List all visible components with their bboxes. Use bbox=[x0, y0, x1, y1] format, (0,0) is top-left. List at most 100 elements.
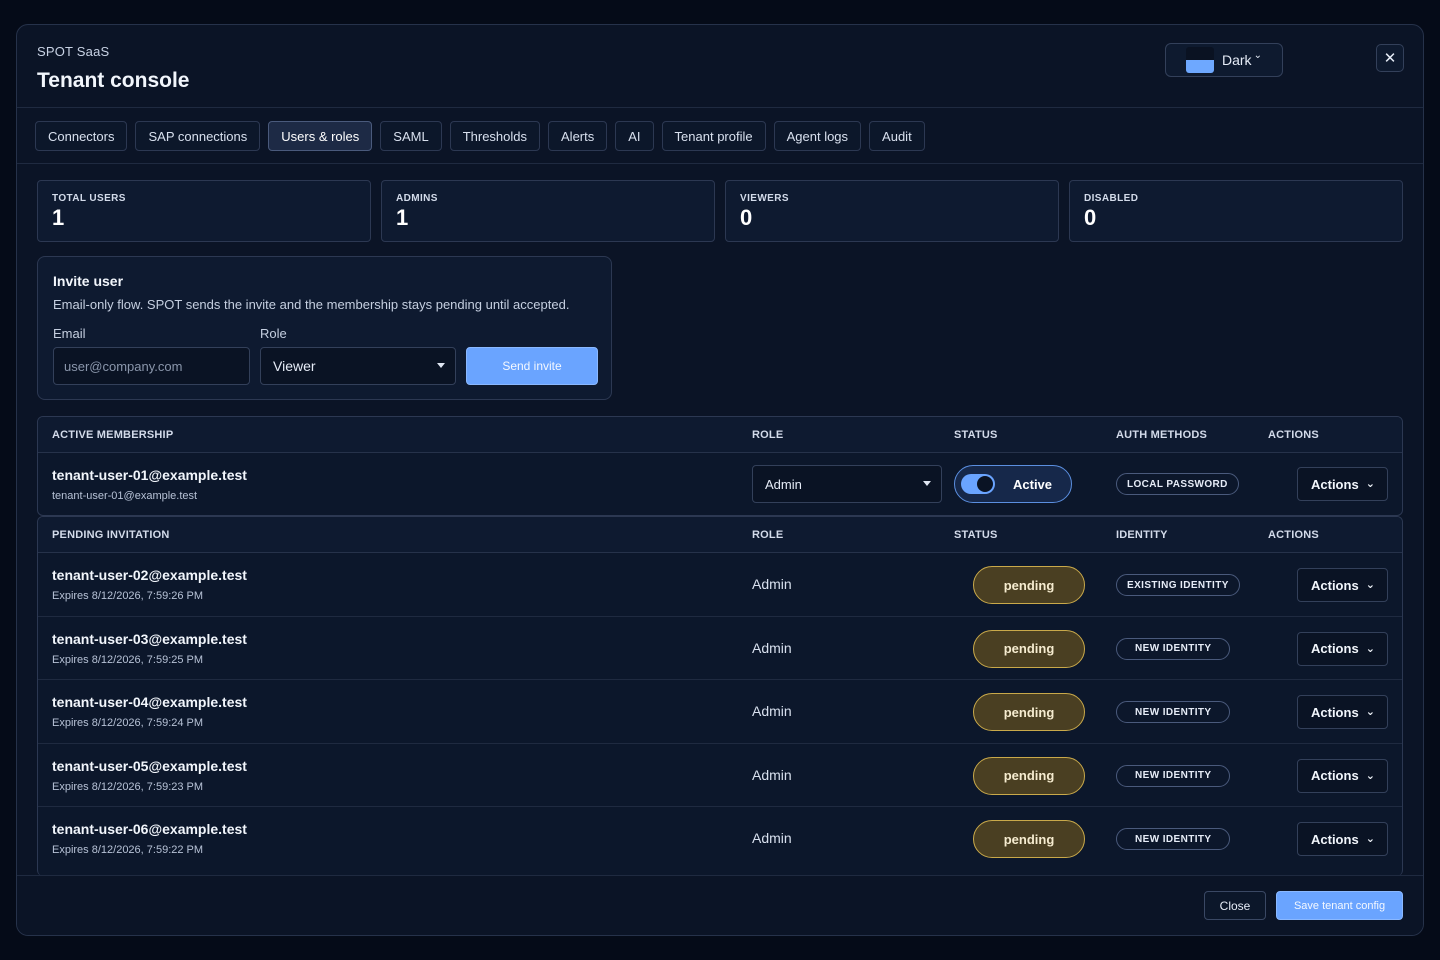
stat-value: 0 bbox=[1084, 205, 1097, 230]
role-select[interactable]: Viewer bbox=[260, 347, 456, 385]
actions-button[interactable]: Actions ⌄ bbox=[1297, 467, 1388, 501]
col-invitation: PENDING INVITATION bbox=[52, 529, 170, 541]
tab-audit[interactable]: Audit bbox=[869, 121, 925, 151]
member-role-value: Admin bbox=[765, 476, 802, 492]
status-badge: pending bbox=[973, 693, 1085, 731]
identity-badge: NEW IDENTITY bbox=[1116, 764, 1231, 787]
stat-label: VIEWERS bbox=[740, 193, 789, 204]
actions-label: Actions bbox=[1311, 831, 1359, 847]
theme-selector[interactable]: Dark ⌄ bbox=[1165, 43, 1283, 77]
toggle-label: Active bbox=[1013, 476, 1053, 492]
role-select-value: Viewer bbox=[273, 358, 316, 374]
theme-swatch-icon bbox=[1186, 47, 1214, 73]
table-row: tenant-user-03@example.test Expires 8/12… bbox=[38, 617, 1402, 680]
modal-header: SPOT SaaS Tenant console Dark ⌄ ✕ bbox=[17, 25, 1423, 108]
invite-description: Email-only flow. SPOT sends the invite a… bbox=[53, 297, 570, 312]
role-label: Role bbox=[260, 326, 287, 341]
stat-label: TOTAL USERS bbox=[52, 193, 126, 204]
actions-button[interactable]: Actions ⌄ bbox=[1297, 822, 1388, 856]
chevron-down-icon: ⌄ bbox=[1365, 769, 1375, 782]
chevron-down-icon: ⌄ bbox=[1253, 49, 1262, 61]
actions-label: Actions bbox=[1311, 704, 1359, 720]
col-role: ROLE bbox=[752, 429, 784, 441]
tab-thresholds[interactable]: Thresholds bbox=[449, 121, 541, 151]
email-input[interactable] bbox=[53, 347, 250, 385]
save-tenant-config-button[interactable]: Save tenant config bbox=[1276, 891, 1403, 920]
tab-ai[interactable]: AI bbox=[615, 121, 654, 151]
identity-badge: NEW IDENTITY bbox=[1116, 701, 1231, 723]
table-row: tenant-user-06@example.test Expires 8/12… bbox=[38, 807, 1402, 871]
tab-users-roles[interactable]: Users & roles bbox=[268, 121, 373, 151]
close-button[interactable]: Close bbox=[1204, 891, 1266, 920]
col-membership: ACTIVE MEMBERSHIP bbox=[52, 429, 174, 441]
active-membership-table: ACTIVE MEMBERSHIP ROLE STATUS AUTH METHO… bbox=[37, 416, 1403, 516]
table-header: ACTIVE MEMBERSHIP ROLE STATUS AUTH METHO… bbox=[38, 417, 1402, 453]
identity-badge: NEW IDENTITY bbox=[1116, 637, 1231, 660]
tab-bar: Connectors SAP connections Users & roles… bbox=[35, 121, 925, 151]
status-badge: pending bbox=[973, 756, 1085, 795]
auth-method-badge: LOCAL PASSWORD bbox=[1116, 473, 1239, 495]
table-header: PENDING INVITATION ROLE STATUS IDENTITY … bbox=[38, 517, 1402, 553]
stat-value: 1 bbox=[396, 205, 409, 230]
tab-connectors[interactable]: Connectors bbox=[35, 121, 128, 151]
tab-saml[interactable]: SAML bbox=[380, 121, 442, 151]
invite-role: Admin bbox=[752, 576, 792, 592]
table-row: tenant-user-04@example.test Expires 8/12… bbox=[38, 680, 1402, 744]
invite-title: Invite user bbox=[53, 273, 124, 289]
tabs-divider bbox=[17, 163, 1423, 164]
invite-email: tenant-user-05@example.test bbox=[52, 757, 247, 774]
caret-down-icon bbox=[437, 363, 445, 368]
member-sub-email: tenant-user-01@example.test bbox=[52, 490, 198, 502]
invite-role: Admin bbox=[752, 639, 792, 656]
toggle-switch bbox=[961, 474, 995, 494]
caret-down-icon bbox=[923, 481, 931, 486]
invite-email: tenant-user-04@example.test bbox=[52, 694, 247, 710]
tab-alerts[interactable]: Alerts bbox=[548, 121, 608, 151]
stat-total-users: TOTAL USERS 1 bbox=[37, 180, 371, 242]
actions-button[interactable]: Actions ⌄ bbox=[1297, 695, 1388, 729]
member-role-select[interactable]: Admin bbox=[752, 465, 942, 503]
stats-row: TOTAL USERS 1 ADMINS 1 VIEWERS 0 DISABLE… bbox=[37, 180, 1403, 242]
status-badge: pending bbox=[973, 820, 1085, 858]
invite-role: Admin bbox=[752, 766, 792, 783]
col-role: ROLE bbox=[752, 529, 784, 541]
close-icon[interactable]: ✕ bbox=[1376, 44, 1404, 72]
invite-expires: Expires 8/12/2026, 7:59:25 PM bbox=[52, 653, 204, 666]
table-row: tenant-user-01@example.test tenant-user-… bbox=[38, 453, 1402, 515]
col-actions: ACTIONS bbox=[1268, 429, 1319, 441]
tenant-console-modal: SPOT SaaS Tenant console Dark ⌄ ✕ Connec… bbox=[16, 24, 1424, 936]
member-email: tenant-user-01@example.test bbox=[52, 467, 247, 483]
status-badge: pending bbox=[973, 629, 1085, 668]
stat-disabled: DISABLED 0 bbox=[1069, 180, 1403, 242]
actions-button[interactable]: Actions ⌄ bbox=[1297, 631, 1388, 666]
col-actions: ACTIONS bbox=[1268, 529, 1319, 541]
invite-role: Admin bbox=[752, 703, 792, 719]
theme-label: Dark bbox=[1222, 52, 1252, 68]
chevron-down-icon: ⌄ bbox=[1365, 478, 1375, 490]
stat-admins: ADMINS 1 bbox=[381, 180, 715, 242]
actions-button[interactable]: Actions ⌄ bbox=[1297, 758, 1388, 793]
send-invite-button[interactable]: Send invite bbox=[466, 347, 598, 385]
invite-email: tenant-user-02@example.test bbox=[52, 567, 247, 583]
actions-label: Actions bbox=[1311, 577, 1359, 593]
invite-email: tenant-user-03@example.test bbox=[52, 630, 247, 647]
col-status: STATUS bbox=[954, 429, 998, 441]
table-row: tenant-user-05@example.test Expires 8/12… bbox=[38, 744, 1402, 807]
active-status-toggle[interactable]: Active bbox=[954, 465, 1072, 503]
brand-label: SPOT SaaS bbox=[37, 44, 110, 59]
stat-value: 1 bbox=[52, 205, 65, 230]
tab-tenant-profile[interactable]: Tenant profile bbox=[661, 121, 766, 151]
chevron-down-icon: ⌄ bbox=[1365, 579, 1375, 591]
invite-user-card: Invite user Email-only flow. SPOT sends … bbox=[37, 256, 612, 400]
col-identity: IDENTITY bbox=[1116, 529, 1168, 541]
page-title: Tenant console bbox=[37, 69, 190, 92]
invite-role: Admin bbox=[752, 830, 792, 846]
tab-agent-logs[interactable]: Agent logs bbox=[773, 121, 862, 151]
chevron-down-icon: ⌄ bbox=[1365, 833, 1375, 845]
table-row: tenant-user-02@example.test Expires 8/12… bbox=[38, 553, 1402, 617]
status-badge: pending bbox=[973, 566, 1085, 604]
invite-expires: Expires 8/12/2026, 7:59:23 PM bbox=[52, 780, 204, 793]
actions-button[interactable]: Actions ⌄ bbox=[1297, 568, 1388, 602]
tab-sap-connections[interactable]: SAP connections bbox=[135, 121, 261, 151]
stat-label: DISABLED bbox=[1084, 193, 1139, 204]
